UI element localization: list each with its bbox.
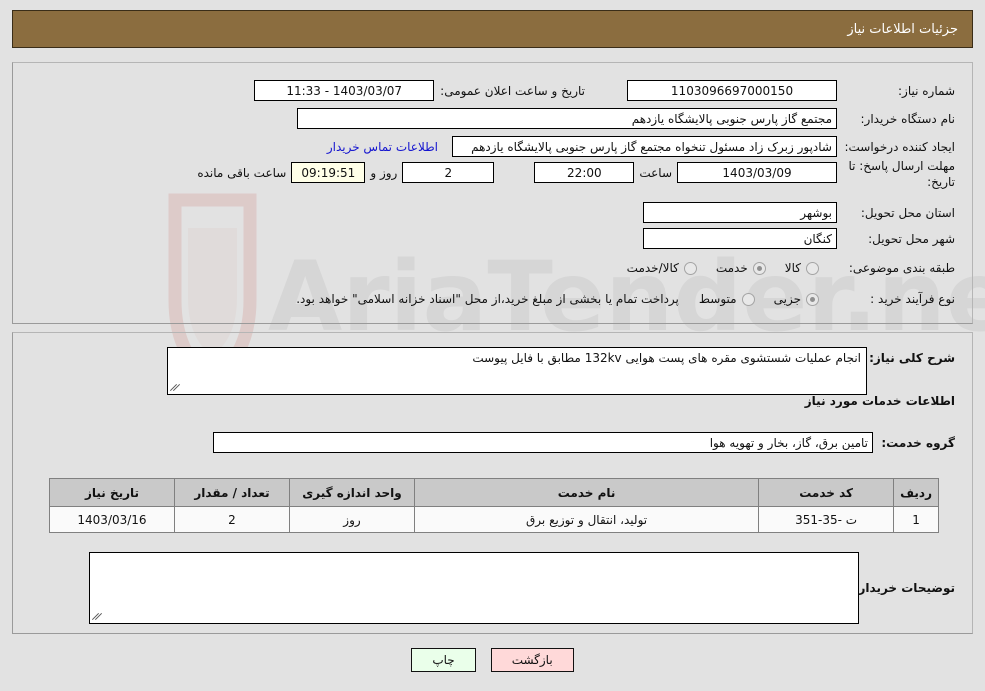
summary-row: شرح کلی نیاز: انجام عملیات شستشوی مقره ه… <box>167 347 955 395</box>
process-label: نوع فرآیند خرید : <box>870 292 955 306</box>
th-service-name: نام خدمت <box>413 478 760 507</box>
deadline-hour-label: ساعت <box>639 165 672 180</box>
radio-process-jozei-label: جزیی <box>773 292 801 306</box>
radio-category-kala[interactable] <box>806 261 819 275</box>
requester-row: ایجاد کننده درخواست: شادپور زبرک زاد مسئ… <box>327 136 955 157</box>
category-label: طبقه بندی موضوعی: <box>848 261 955 275</box>
process-note: پرداخت تمام یا بخشی از مبلغ خرید،از محل … <box>296 292 679 306</box>
buyer-notes-row: توضیحات خریدار: <box>89 552 955 624</box>
buyer-org-label: نام دستگاه خریدار: <box>860 111 956 126</box>
buyer-org-value: مجتمع گاز پارس جنوبی پالایشگاه یازدهم <box>297 108 837 129</box>
province-label: استان محل تحویل: <box>860 205 955 220</box>
deadline-label-wrap: مهلت ارسال پاسخ: تا تاریخ: <box>843 158 955 190</box>
th-service-code: کد خدمت <box>758 478 895 507</box>
need-number-label: شماره نیاز: <box>898 83 955 98</box>
service-group-row: گروه خدمت: تامین برق، گاز، بخار و تهویه … <box>213 432 955 453</box>
need-number-value: 1103096697000150 <box>627 80 837 101</box>
buyer-notes-textarea[interactable] <box>89 552 859 624</box>
buyer-notes-label: توضیحات خریدار: <box>853 581 955 595</box>
deadline-label: مهلت ارسال پاسخ: تا تاریخ: <box>848 159 955 189</box>
page-header: جزئیات اطلاعات نیاز <box>12 10 973 48</box>
page-root: AriaTender.net جزئیات اطلاعات نیاز شماره… <box>0 0 985 691</box>
cell-service-code: ت -35-351 <box>758 506 895 533</box>
service-group-value: تامین برق، گاز، بخار و تهویه هوا <box>213 432 873 453</box>
table-row[interactable]: 1 ت -35-351 تولید، انتقال و توزیع برق رو… <box>49 506 939 533</box>
resize-grip-icon[interactable] <box>170 383 180 393</box>
service-group-label: گروه خدمت: <box>881 435 955 450</box>
radio-category-kala-khedmat-label: کالا/خدمت <box>626 261 679 275</box>
process-row: نوع فرآیند خرید : جزیی متوسط پرداخت تمام… <box>296 292 955 306</box>
deadline-row: 1403/03/09 ساعت 22:00 2 روز و 09:19:51 س… <box>197 162 837 183</box>
countdown-label: ساعت باقی مانده <box>197 165 287 180</box>
services-section-title: اطلاعات خدمات مورد نیاز <box>804 394 955 408</box>
announce-value: 1403/03/07 - 11:33 <box>254 80 435 101</box>
summary-textarea[interactable]: انجام عملیات شستشوی مقره های پست هوایی 1… <box>167 347 867 395</box>
th-unit: واحد اندازه گیری <box>289 478 415 507</box>
resize-grip-icon[interactable] <box>92 612 102 622</box>
deadline-date-value: 1403/03/09 <box>677 162 837 183</box>
city-value: کنگان <box>643 228 837 249</box>
radio-category-kala-label: کالا <box>784 261 801 275</box>
radio-category-kala-khedmat[interactable] <box>683 261 697 275</box>
announce-row: تاریخ و ساعت اعلان عمومی: 1403/03/07 - 1… <box>254 80 585 101</box>
requester-label: ایجاد کننده درخواست: <box>844 139 955 154</box>
cell-unit: روز <box>289 506 415 533</box>
buyer-org-row: نام دستگاه خریدار: مجتمع گاز پارس جنوبی … <box>297 108 955 129</box>
services-table: ردیف کد خدمت نام خدمت واحد اندازه گیری ت… <box>49 478 939 533</box>
cell-service-name: تولید، انتقال و توزیع برق <box>413 506 760 533</box>
th-need-date: تاریخ نیاز <box>49 478 175 507</box>
cell-row-no: 1 <box>893 506 939 533</box>
action-buttons: بازگشت چاپ <box>0 648 985 672</box>
need-number-row: شماره نیاز: 1103096697000150 <box>627 80 955 101</box>
province-row: استان محل تحویل: بوشهر <box>643 202 955 223</box>
buyer-contact-link[interactable]: اطلاعات تماس خریدار <box>327 140 438 154</box>
requester-value: شادپور زبرک زاد مسئول تنخواه مجتمع گاز پ… <box>452 136 837 157</box>
radio-process-jozei[interactable] <box>806 292 819 306</box>
services-title-row: اطلاعات خدمات مورد نیاز <box>805 394 955 408</box>
need-info-panel <box>12 62 973 324</box>
cell-need-date: 1403/03/16 <box>49 506 175 533</box>
table-header-row: ردیف کد خدمت نام خدمت واحد اندازه گیری ت… <box>49 478 939 507</box>
print-button[interactable]: چاپ <box>411 648 476 672</box>
city-label: شهر محل تحویل: <box>868 231 955 246</box>
radio-process-motavaset-label: متوسط <box>698 292 737 306</box>
days-remaining-value: 2 <box>402 162 495 183</box>
province-value: بوشهر <box>643 202 837 223</box>
announce-label: تاریخ و ساعت اعلان عمومی: <box>440 83 585 98</box>
countdown-timer: 09:19:51 <box>291 162 366 183</box>
th-quantity: تعداد / مقدار <box>174 478 290 507</box>
cell-quantity: 2 <box>174 506 290 533</box>
radio-category-khedmat[interactable] <box>752 261 766 275</box>
category-radio-group[interactable]: کالا خدمت کالا/خدمت <box>613 261 819 275</box>
radio-category-khedmat-label: خدمت <box>715 261 748 275</box>
services-grid: ردیف کد خدمت نام خدمت واحد اندازه گیری ت… <box>49 478 939 533</box>
back-button[interactable]: بازگشت <box>490 648 574 672</box>
process-radio-group[interactable]: جزیی متوسط <box>685 292 819 306</box>
th-row-no: ردیف <box>893 478 939 507</box>
category-row: طبقه بندی موضوعی: کالا خدمت کالا/خدمت <box>613 261 955 275</box>
city-row: شهر محل تحویل: کنگان <box>643 228 955 249</box>
page-title: جزئیات اطلاعات نیاز <box>847 21 958 37</box>
summary-label: شرح کلی نیاز: <box>869 351 955 365</box>
deadline-hour-value: 22:00 <box>534 162 635 183</box>
days-remaining-label: روز و <box>370 165 398 180</box>
radio-process-motavaset[interactable] <box>741 292 755 306</box>
